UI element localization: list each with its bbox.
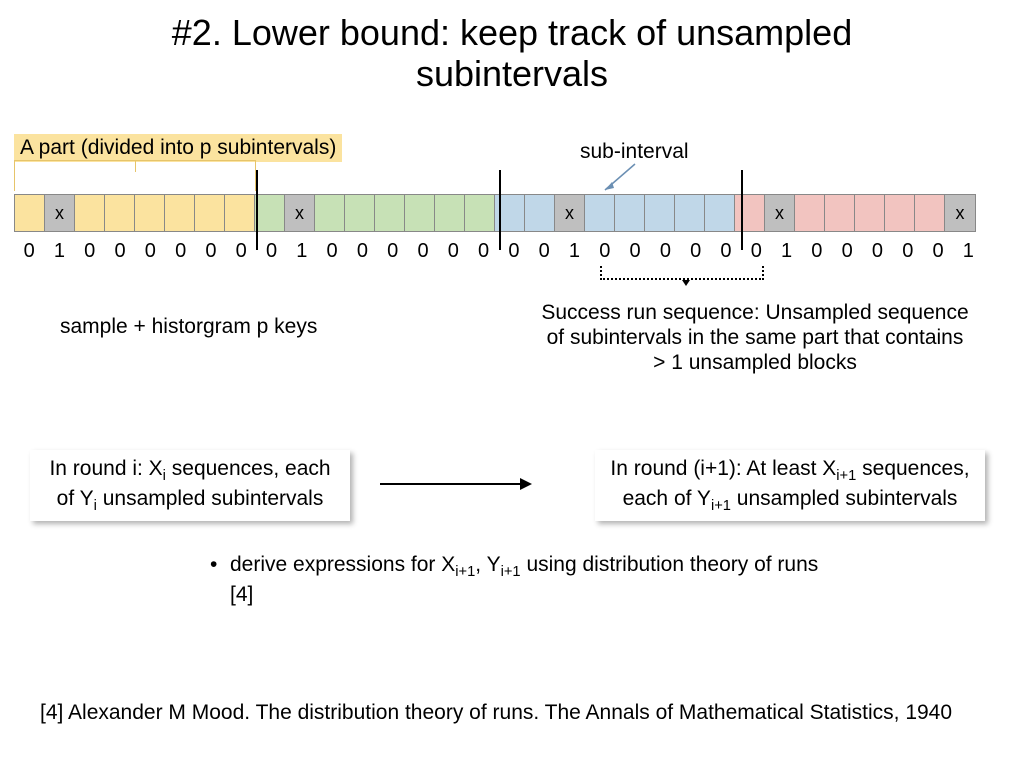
- bit-value: 1: [44, 240, 74, 263]
- cell-unsampled: [435, 195, 465, 231]
- bit-value: 1: [771, 240, 801, 263]
- bit-value: 0: [862, 240, 892, 263]
- cell-unsampled: [825, 195, 855, 231]
- cell-sampled: x: [945, 195, 975, 231]
- cell-unsampled: [855, 195, 885, 231]
- slide-title: #2. Lower bound: keep track of unsampled…: [0, 0, 1024, 95]
- bit-value: 0: [165, 240, 195, 263]
- bit-value: 0: [438, 240, 468, 263]
- bullet-text: • derive expressions for Xi+1, Yi+1 usin…: [230, 552, 830, 608]
- bit-value: 0: [893, 240, 923, 263]
- bit-value: 0: [499, 240, 529, 263]
- part-bracket: [14, 160, 256, 191]
- cell-unsampled: [705, 195, 735, 231]
- pointer-arrow-icon: [600, 162, 640, 192]
- cell-sampled: x: [285, 195, 315, 231]
- bit-value: 0: [590, 240, 620, 263]
- cell-unsampled: [585, 195, 615, 231]
- bit-value: 0: [317, 240, 347, 263]
- cell-unsampled: [135, 195, 165, 231]
- cell-unsampled: [255, 195, 285, 231]
- cell-unsampled: [675, 195, 705, 231]
- bit-value: 0: [196, 240, 226, 263]
- bit-value: 0: [741, 240, 771, 263]
- cell-unsampled: [885, 195, 915, 231]
- sample-text: sample + historgram p keys: [60, 315, 317, 339]
- bit-value: 0: [256, 240, 286, 263]
- separator: [256, 170, 258, 250]
- bit-value: 0: [923, 240, 953, 263]
- cell-unsampled: [375, 195, 405, 231]
- bit-value: 0: [620, 240, 650, 263]
- separator: [499, 170, 501, 250]
- bit-value: 0: [378, 240, 408, 263]
- cell-unsampled: [615, 195, 645, 231]
- cell-unsampled: [345, 195, 375, 231]
- bit-value: 0: [529, 240, 559, 263]
- cell-sampled: x: [765, 195, 795, 231]
- bit-value: 0: [711, 240, 741, 263]
- bit-value: 0: [135, 240, 165, 263]
- cell-unsampled: [735, 195, 765, 231]
- bit-value: 0: [75, 240, 105, 263]
- part-label: A part (divided into p subintervals): [14, 134, 342, 162]
- cell-unsampled: [315, 195, 345, 231]
- bit-value: 1: [287, 240, 317, 263]
- cell-unsampled: [75, 195, 105, 231]
- cell-unsampled: [645, 195, 675, 231]
- bit-value: 0: [802, 240, 832, 263]
- success-run-text: Success run sequence: Unsampled sequence…: [540, 300, 970, 376]
- bit-value: 0: [681, 240, 711, 263]
- bit-value: 1: [953, 240, 983, 263]
- cell-unsampled: [915, 195, 945, 231]
- cell-sampled: x: [45, 195, 75, 231]
- separator: [741, 170, 743, 250]
- cell-unsampled: [405, 195, 435, 231]
- cell-unsampled: [165, 195, 195, 231]
- dotted-brace: [600, 266, 764, 280]
- bit-value: 0: [408, 240, 438, 263]
- bit-value: 0: [105, 240, 135, 263]
- round-i-plus-1-box: In round (i+1): At least Xi+1 sequences,…: [595, 450, 985, 521]
- cell-unsampled: [525, 195, 555, 231]
- bit-value: 0: [347, 240, 377, 263]
- bit-value: 0: [468, 240, 498, 263]
- arrow-icon: [380, 483, 530, 485]
- cell-unsampled: [105, 195, 135, 231]
- bit-value: 0: [650, 240, 680, 263]
- bit-value: 0: [14, 240, 44, 263]
- round-i-box: In round i: Xi sequences, each of Yi uns…: [30, 450, 350, 521]
- bits-row: 01000000010000000010000001000001: [14, 240, 984, 263]
- bit-value: 0: [226, 240, 256, 263]
- cell-unsampled: [795, 195, 825, 231]
- cell-unsampled: [225, 195, 255, 231]
- bit-value: 1: [559, 240, 589, 263]
- bit-value: 0: [832, 240, 862, 263]
- subinterval-label: sub-interval: [580, 140, 689, 164]
- cell-unsampled: [15, 195, 45, 231]
- cells-row: xxxxx: [14, 194, 976, 232]
- cell-sampled: x: [555, 195, 585, 231]
- citation-text: [4] Alexander M Mood. The distribution t…: [40, 700, 1000, 725]
- cell-unsampled: [465, 195, 495, 231]
- cell-unsampled: [195, 195, 225, 231]
